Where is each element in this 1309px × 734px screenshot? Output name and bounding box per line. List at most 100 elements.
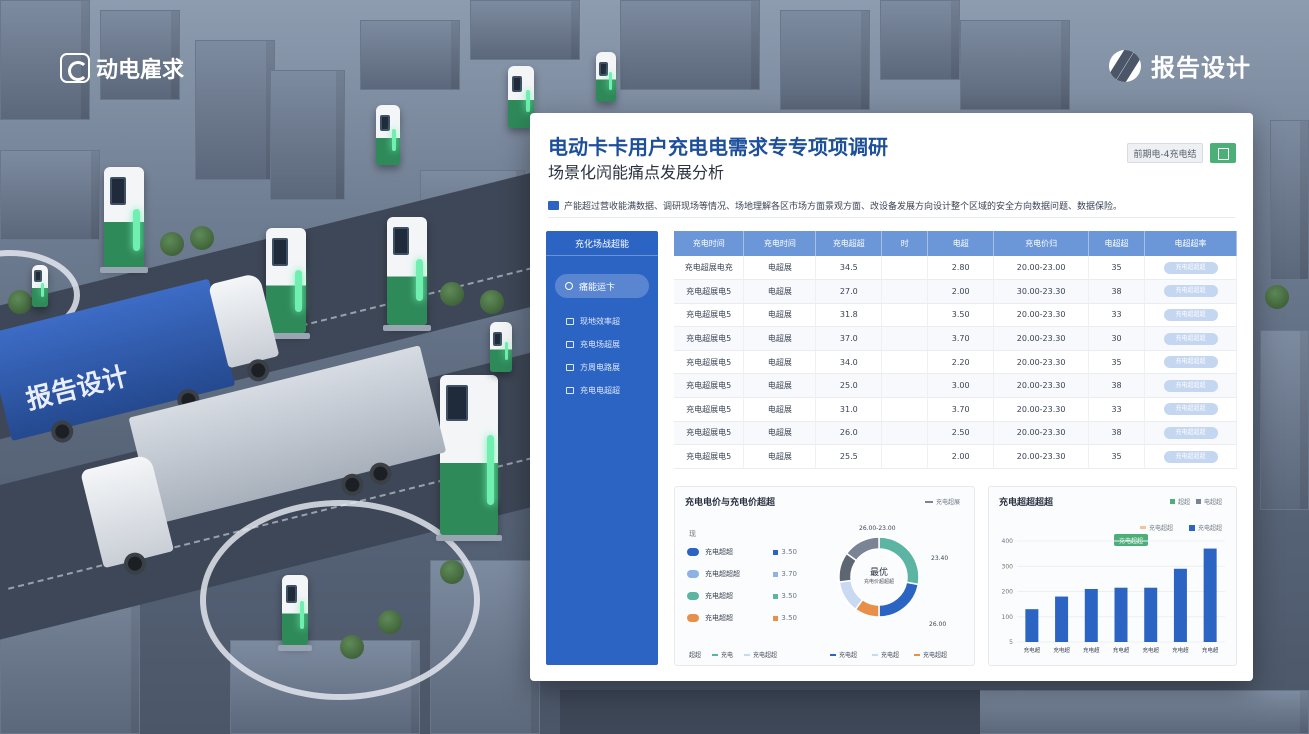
sidebar-item-label: 现地效率超 [580,317,620,326]
legend-swatch [712,653,719,656]
table-cell: 38 [1088,421,1146,446]
column-header[interactable]: 电超超率 [1144,231,1237,256]
bar[interactable] [1084,588,1098,642]
dash-icon [924,500,933,503]
sidebar-item[interactable]: 充电电超超 [546,379,658,402]
footer-label: 充电超 [881,652,900,659]
sidebar-header: 充化场战超能 [546,231,658,256]
brand-left: 动电雇求 [60,52,184,84]
table-cell: 充电超展电5 [674,444,745,469]
doc-icon [566,387,574,394]
sidebar-item[interactable]: 方周电路展 [546,356,658,379]
column-header[interactable]: 电超超 [1088,231,1146,256]
y-tick-label: 5 [1009,639,1013,646]
period-filter-button[interactable]: 前期电-4充电结 [1127,143,1203,163]
column-header[interactable]: 电超 [927,231,995,256]
bar[interactable] [1144,587,1158,642]
sidebar-item-active[interactable]: 痛能运卞 [555,274,649,298]
table-cell: 38 [1088,279,1146,304]
column-header[interactable]: 充电时间 [674,231,745,256]
table-row[interactable]: 充电超展电5 电超展 25.5 2.00 20.00-23.30 35 充电超超超 [674,444,1237,469]
table-cell: 电超展 [743,421,817,446]
table-cell: 充电超展电5 [674,373,745,399]
table-cell-empty [881,421,929,446]
table-cell-empty [881,397,929,422]
status-pill[interactable]: 充电超超超 [1163,379,1218,392]
table-cell: 20.00-23.30 [993,373,1090,399]
sidebar-item[interactable]: 现地效率超 [546,310,658,333]
building [780,10,870,110]
table-cell: 电超展 [743,326,817,351]
table-row[interactable]: 充电超展电充 电超展 34.5 2.80 20.00-23.00 35 充电超超超 [674,256,1237,281]
column-header[interactable]: 充电超超 [815,231,883,256]
table-cell: 2.00 [927,279,995,304]
table-body: 充电超展电充 电超展 34.5 2.80 20.00-23.00 35 充电超超超 充电超展电… [674,256,1237,469]
bar[interactable] [1203,548,1217,642]
table-row[interactable]: 充电超展电5 电超展 31.8 3.50 20.00-23.30 33 充电超超超 [674,303,1237,328]
status-pill[interactable]: 充电超超超 [1163,332,1218,345]
table-cell-action: 充电超超超 [1144,350,1237,375]
bar[interactable] [1173,568,1187,642]
legend-swatch [687,614,699,622]
dashboard-panel: 电动卡卡用户充电电需求专专项项调研 场景化闶能痛点发展分析 前期电-4充电结 产… [530,113,1253,681]
table-cell: 3.50 [927,303,995,328]
bar[interactable] [1025,609,1039,642]
sidebar-item-label: 充电场超展 [580,340,620,349]
table-cell: 电超展 [743,303,817,328]
table-cell: 电超展 [743,279,817,304]
table-cell: 25.0 [815,373,883,399]
status-pill[interactable]: 充电超超超 [1163,403,1218,416]
footer-label: 充电 [721,652,734,659]
y-tick-label: 400 [1002,538,1014,545]
column-header[interactable]: 充电价归 [993,231,1090,256]
bar[interactable] [1114,587,1128,642]
table-row[interactable]: 充电超展电5 电超展 27.0 2.00 30.00-23.30 38 充电超超超 [674,279,1237,304]
charging-station [100,167,148,273]
table-cell-empty [881,279,929,304]
building [360,20,460,90]
table-row[interactable]: 充电超展电5 电超展 34.0 2.20 20.00-23.30 35 充电超超超 [674,350,1237,375]
table-cell: 38 [1088,373,1146,399]
table-cell: 37.0 [815,326,883,351]
table-cell-empty [881,256,929,281]
legend-swatch [872,653,879,656]
tree [190,226,214,250]
donut-slice[interactable] [845,536,880,562]
table-cell: 电超展 [743,373,817,399]
sidebar-item[interactable]: 充电场超展 [546,333,658,356]
x-tick-label: 充电超 [1024,646,1041,654]
table-cell: 26.0 [815,421,883,446]
charging-station [596,52,616,102]
table-row[interactable]: 充电超展电5 电超展 31.0 3.70 20.00-23.30 33 充电超超超 [674,397,1237,422]
table-row[interactable]: 充电超展电5 电超展 25.0 3.00 20.00-23.30 38 充电超超超 [674,373,1237,399]
table-cell: 20.00-23.30 [993,421,1090,446]
y-tick-label: 300 [1002,563,1014,570]
legend-value: 3.50 [781,614,797,622]
table-cell: 20.00-23.30 [993,326,1090,351]
status-pill[interactable]: 充电超超超 [1163,261,1218,274]
legend-head: 现 [689,530,696,538]
table-row[interactable]: 充电超展电5 电超展 37.0 3.70 20.00-23.30 30 充电超超超 [674,326,1237,351]
status-pill[interactable]: 充电超超超 [1163,426,1218,439]
brand-right-name: 报告设计 [1151,54,1251,82]
bar[interactable] [1055,596,1069,642]
building [1260,330,1309,510]
status-pill[interactable]: 充电超超超 [1163,308,1218,321]
legend-value-swatch [773,615,779,621]
column-header[interactable]: 充电时间 [743,231,817,256]
legend-label: 充电超超 [705,614,733,622]
donut-slice[interactable] [878,581,920,618]
export-button[interactable] [1210,143,1236,163]
legend-value-swatch [773,549,779,555]
status-pill[interactable]: 充电超超超 [1163,285,1218,298]
table-cell: 充电超展电5 [674,326,745,351]
legend-swatch [914,653,921,656]
status-pill[interactable]: 充电超超超 [1163,356,1218,369]
footer-label: 充电超超 [753,652,778,659]
status-pill[interactable]: 充电超超超 [1163,450,1218,463]
column-header[interactable]: 时 [881,231,929,256]
legend-footer: 超超 充电 充电超超 [689,650,777,659]
table-row[interactable]: 充电超展电5 电超展 26.0 2.50 20.00-23.30 38 充电超超超 [674,421,1237,446]
footer-label: 超超 [689,652,702,659]
charging-station [383,217,431,331]
